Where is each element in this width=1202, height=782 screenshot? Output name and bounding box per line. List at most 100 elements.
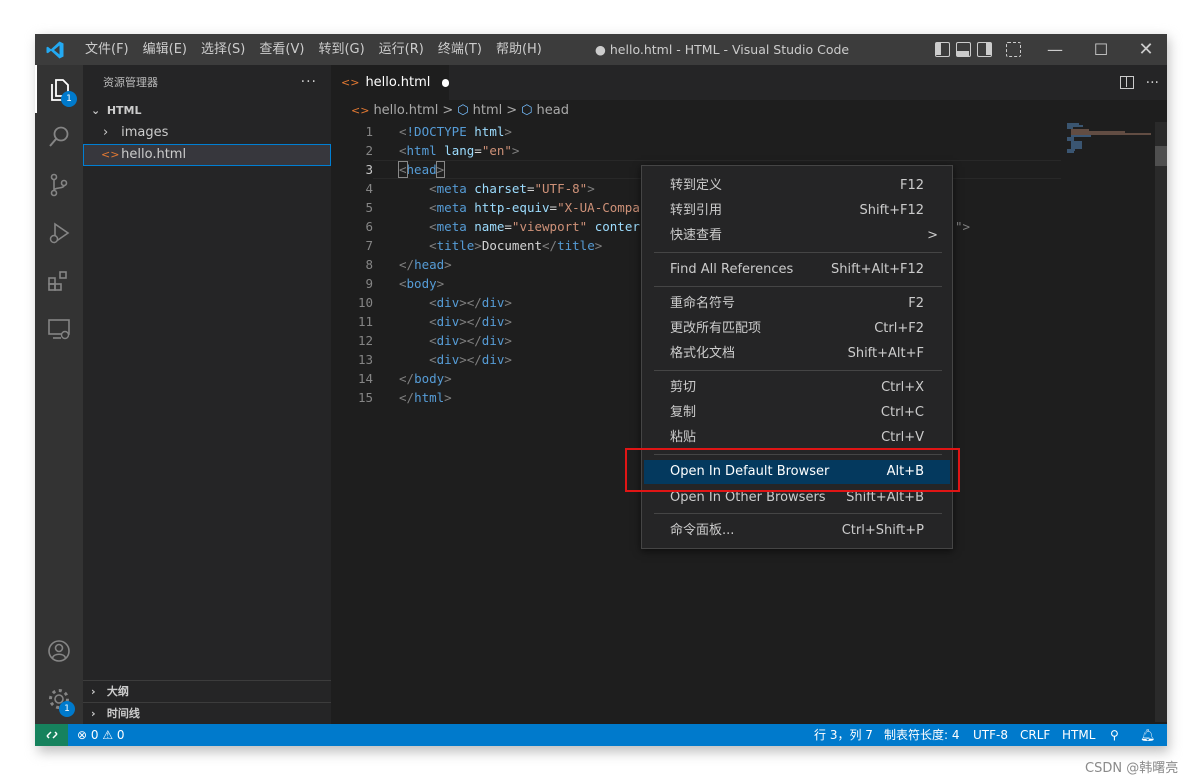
code-token: body [406, 276, 437, 291]
code-token: < [429, 238, 437, 253]
remote-indicator-icon[interactable] [35, 724, 68, 746]
watermark: CSDN @韩曙亮 [1085, 761, 1179, 776]
menu-help[interactable]: 帮助(H) [489, 34, 549, 65]
menu-run[interactable]: 运行(R) [372, 34, 431, 65]
explorer-icon[interactable]: 1 [35, 65, 83, 113]
menu-item-label: 快速查看 [670, 228, 723, 243]
line-content: <div></div> [399, 312, 512, 331]
customize-layout-icon[interactable] [1006, 42, 1021, 57]
minimize-button[interactable]: — [1032, 34, 1078, 65]
menu-item-label: 命令面板... [670, 523, 735, 538]
menu-item-label: 粘贴 [670, 430, 697, 445]
run-debug-icon[interactable] [35, 209, 83, 257]
extensions-icon[interactable] [35, 257, 83, 305]
encoding[interactable]: UTF-8 [973, 724, 1008, 746]
line-content: <!DOCTYPE html> [399, 122, 512, 141]
menu-view[interactable]: 查看(V) [252, 34, 311, 65]
breadcrumb-head[interactable]: head [537, 100, 569, 122]
line-content: </html> [399, 388, 452, 407]
breadcrumb-separator: > [506, 103, 518, 118]
code-token: div [481, 352, 505, 367]
menu-item-format-document[interactable]: 格式化文档 Shift+Alt+F [644, 342, 950, 366]
code-token: html [474, 124, 505, 139]
code-token: "UTF-8" [534, 181, 588, 196]
unsaved-dot-icon[interactable] [442, 78, 449, 87]
account-icon[interactable] [35, 627, 83, 675]
tab-size[interactable]: 制表符长度: 4 [884, 724, 960, 746]
feedback-icon[interactable]: ⚲ [1110, 724, 1119, 746]
code-token: = [549, 200, 558, 215]
search-icon[interactable] [35, 113, 83, 161]
tab-hello-html[interactable]: <> hello.html [331, 65, 449, 100]
vertical-scrollbar[interactable] [1155, 122, 1167, 722]
toggle-secondary-sidebar-icon[interactable] [977, 42, 992, 57]
code-token: div [436, 333, 460, 348]
code-line[interactable]: 1 <!DOCTYPE html> [331, 122, 1061, 141]
line-number: 4 [365, 181, 373, 196]
vscode-window: 文件(F) 编辑(E) 选择(S) 查看(V) 转到(G) 运行(R) 终端(T… [35, 34, 1167, 746]
timeline-section[interactable]: › 时间线 [83, 702, 331, 724]
code-token: = [526, 181, 535, 196]
menu-item-copy[interactable]: 复制 Ctrl+C [644, 401, 950, 425]
source-control-icon[interactable] [35, 161, 83, 209]
html-file-icon: <> [341, 76, 360, 89]
menu-item-rename-symbol[interactable]: 重命名符号 F2 [644, 292, 950, 316]
menu-selection[interactable]: 选择(S) [194, 34, 252, 65]
code-token: "en" [481, 143, 512, 158]
chevron-down-icon: ⌄ [91, 104, 101, 117]
menu-item-go-to-definition[interactable]: 转到定义 F12 [644, 174, 950, 198]
code-token: lang [444, 143, 475, 158]
remote-explorer-icon[interactable] [35, 305, 83, 353]
code-line[interactable]: 2 <html lang="en"> [331, 141, 1061, 160]
more-actions-icon[interactable]: ··· [301, 65, 317, 100]
code-token: < [399, 143, 407, 158]
manage-gear-icon[interactable]: 1 [35, 675, 83, 723]
toggle-primary-sidebar-icon[interactable] [935, 42, 950, 57]
menu-file[interactable]: 文件(F) [78, 34, 136, 65]
code-token: ></ [459, 333, 482, 348]
menu-terminal[interactable]: 终端(T) [431, 34, 489, 65]
html-file-icon: <> [351, 104, 370, 117]
outline-section[interactable]: › 大纲 [83, 680, 331, 702]
menu-item-change-all-occurrences[interactable]: 更改所有匹配项 Ctrl+F2 [644, 317, 950, 341]
more-actions-icon[interactable]: ··· [1146, 75, 1159, 91]
line-number: 15 [357, 390, 373, 405]
folder-html[interactable]: ⌄ HTML [83, 100, 331, 122]
problems-indicator[interactable]: ⊗ 0 ⚠ 0 [77, 724, 125, 746]
menu-item-shortcut: Ctrl+C [880, 405, 924, 420]
notifications-bell-icon[interactable]: 🔔︎ [1140, 724, 1155, 746]
language-mode[interactable]: HTML [1062, 724, 1095, 746]
code-token: Document [481, 238, 543, 253]
code-token: title [436, 238, 475, 253]
line-number: 7 [365, 238, 373, 253]
tree-item-images[interactable]: › images [83, 122, 331, 144]
end-of-line[interactable]: CRLF [1020, 724, 1050, 746]
code-token: = [474, 143, 482, 158]
close-button[interactable]: ✕ [1123, 34, 1167, 65]
maximize-button[interactable]: ☐ [1078, 34, 1124, 65]
code-token: < [429, 181, 437, 196]
tree-item-hello-html[interactable]: <> hello.html [83, 144, 331, 166]
code-token: div [436, 295, 460, 310]
menu-item-go-to-references[interactable]: 转到引用 Shift+F12 [644, 199, 950, 223]
scrollbar-thumb[interactable] [1155, 146, 1167, 166]
code-token: div [481, 314, 505, 329]
menu-item-cut[interactable]: 剪切 Ctrl+X [644, 376, 950, 400]
menu-item-paste[interactable]: 粘贴 Ctrl+V [644, 426, 950, 450]
menu-item-shortcut: Shift+F12 [859, 203, 924, 218]
menu-item-command-palette[interactable]: 命令面板... Ctrl+Shift+P [644, 519, 950, 543]
menu-edit[interactable]: 编辑(E) [136, 34, 194, 65]
cursor-position[interactable]: 行 3，列 7 [814, 724, 873, 746]
breadcrumb-html[interactable]: html [473, 100, 503, 122]
menu-item-find-all-references[interactable]: Find All References Shift+Alt+F12 [644, 258, 950, 282]
menu-item-peek[interactable]: 快速查看 > [644, 224, 950, 248]
layout-controls [935, 42, 1021, 57]
breadcrumb-file[interactable]: hello.html [373, 100, 438, 122]
minimap[interactable] [1065, 122, 1155, 162]
menu-go[interactable]: 转到(G) [311, 34, 371, 65]
split-editor-icon[interactable] [1119, 76, 1134, 89]
code-token: </ [399, 371, 415, 386]
toggle-panel-icon[interactable] [956, 42, 971, 57]
tree-item-label: hello.html [121, 147, 187, 162]
